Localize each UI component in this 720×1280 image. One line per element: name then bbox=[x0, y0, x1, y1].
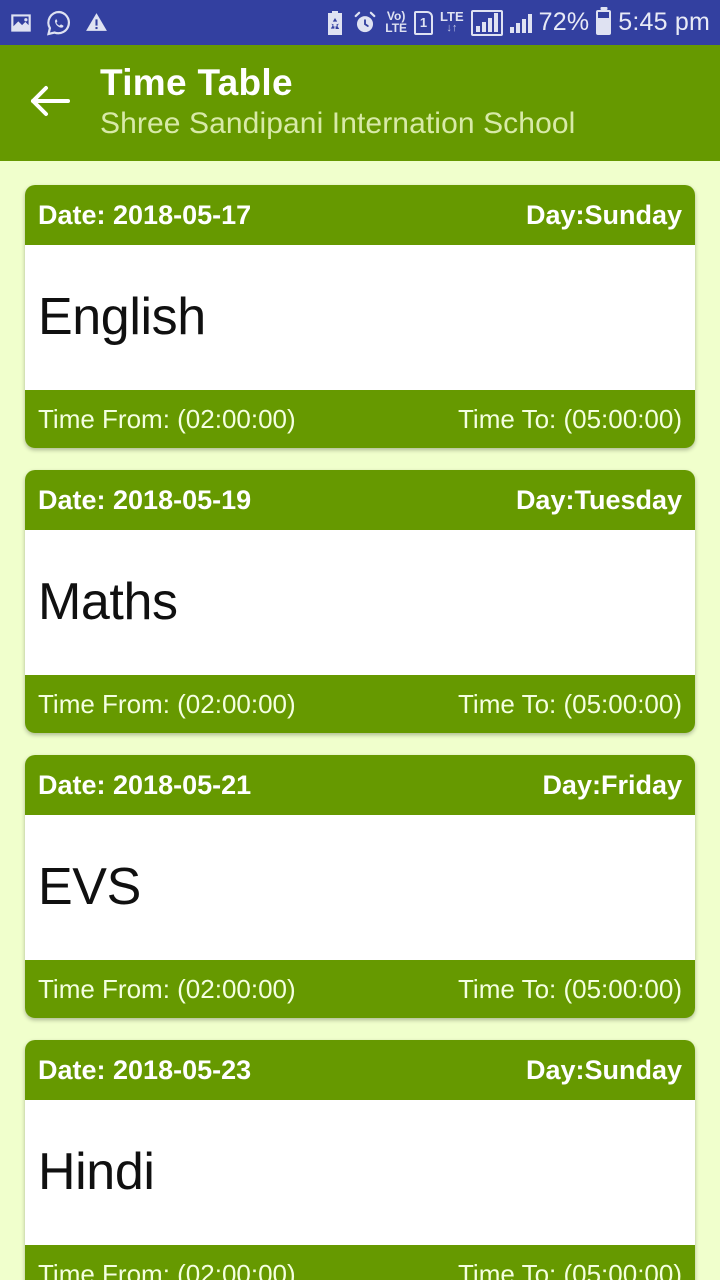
back-button[interactable] bbox=[18, 71, 82, 135]
app-bar: Time Table Shree Sandipani Internation S… bbox=[0, 45, 720, 161]
card-body: Maths bbox=[25, 530, 695, 675]
subject-label: Hindi bbox=[38, 1143, 155, 1202]
card-footer: Time From: (02:00:00) Time To: (05:00:00… bbox=[25, 1245, 695, 1280]
card-header: Date: 2018-05-21 Day:Friday bbox=[25, 755, 695, 815]
gallery-icon bbox=[8, 10, 34, 36]
date-label: Date: 2018-05-23 bbox=[38, 1054, 252, 1085]
card-header: Date: 2018-05-19 Day:Tuesday bbox=[25, 470, 695, 530]
card-body: Hindi bbox=[25, 1100, 695, 1245]
day-label: Day:Sunday bbox=[525, 199, 682, 230]
day-label: Day:Tuesday bbox=[515, 484, 682, 515]
battery-percent-label: 72% bbox=[538, 8, 590, 36]
whatsapp-icon bbox=[45, 9, 73, 37]
volte-icon: Vo) LTE bbox=[385, 10, 408, 35]
time-from-label: Time From: (02:00:00) bbox=[38, 973, 296, 1004]
page-title: Time Table bbox=[100, 62, 293, 104]
list-item[interactable]: Date: 2018-05-19 Day:Tuesday Maths Time … bbox=[25, 470, 695, 733]
lte-arrows: ↓↑ bbox=[446, 22, 458, 35]
card-body: English bbox=[25, 245, 695, 390]
list-item[interactable]: Date: 2018-05-23 Day:Sunday Hindi Time F… bbox=[25, 1040, 695, 1280]
day-label: Day:Friday bbox=[542, 769, 682, 800]
timetable-list[interactable]: Date: 2018-05-17 Day:Sunday English Time… bbox=[0, 161, 720, 1280]
day-label: Day:Sunday bbox=[525, 1054, 682, 1085]
warning-icon bbox=[84, 10, 109, 35]
list-item[interactable]: Date: 2018-05-21 Day:Friday EVS Time Fro… bbox=[25, 755, 695, 1018]
time-from-label: Time From: (02:00:00) bbox=[38, 403, 296, 434]
clock-label: 5:45 pm bbox=[618, 8, 710, 36]
page-subtitle: Shree Sandipani Internation School bbox=[100, 106, 576, 140]
date-label: Date: 2018-05-17 bbox=[38, 199, 252, 230]
card-header: Date: 2018-05-17 Day:Sunday bbox=[25, 185, 695, 245]
volte-line-2: LTE bbox=[385, 20, 408, 35]
date-label: Date: 2018-05-21 bbox=[38, 769, 252, 800]
card-footer: Time From: (02:00:00) Time To: (05:00:00… bbox=[25, 675, 695, 733]
app-bar-titles: Time Table Shree Sandipani Internation S… bbox=[82, 62, 702, 141]
time-to-label: Time To: (05:00:00) bbox=[458, 973, 682, 1004]
date-label: Date: 2018-05-19 bbox=[38, 484, 252, 515]
card-header: Date: 2018-05-23 Day:Sunday bbox=[25, 1040, 695, 1100]
subject-label: EVS bbox=[38, 858, 141, 917]
time-from-label: Time From: (02:00:00) bbox=[38, 1258, 296, 1280]
card-footer: Time From: (02:00:00) Time To: (05:00:00… bbox=[25, 390, 695, 448]
subject-label: English bbox=[38, 288, 206, 347]
signal-strength-sim2-icon bbox=[509, 13, 532, 33]
alarm-clock-icon bbox=[352, 10, 378, 36]
time-to-label: Time To: (05:00:00) bbox=[458, 403, 682, 434]
subject-label: Maths bbox=[38, 573, 178, 632]
status-bar-left-icons bbox=[8, 9, 109, 37]
card-body: EVS bbox=[25, 815, 695, 960]
time-from-label: Time From: (02:00:00) bbox=[38, 688, 296, 719]
card-footer: Time From: (02:00:00) Time To: (05:00:00… bbox=[25, 960, 695, 1018]
lte-data-icon: LTE ↓↑ bbox=[440, 10, 464, 35]
signal-strength-sim1-icon bbox=[470, 9, 503, 36]
battery-icon bbox=[596, 10, 612, 35]
status-bar-right-icons: Vo) LTE 1 LTE ↓↑ 72% 5:45 pm bbox=[325, 8, 710, 37]
back-arrow-icon bbox=[27, 82, 73, 125]
list-item[interactable]: Date: 2018-05-17 Day:Sunday English Time… bbox=[25, 185, 695, 448]
time-to-label: Time To: (05:00:00) bbox=[458, 688, 682, 719]
time-to-label: Time To: (05:00:00) bbox=[458, 1258, 682, 1280]
sim-label: 1 bbox=[419, 15, 428, 30]
recycle-battery-icon bbox=[325, 10, 345, 36]
sim-card-icon: 1 bbox=[414, 10, 434, 35]
status-bar: Vo) LTE 1 LTE ↓↑ 72% 5:45 pm bbox=[0, 0, 720, 45]
